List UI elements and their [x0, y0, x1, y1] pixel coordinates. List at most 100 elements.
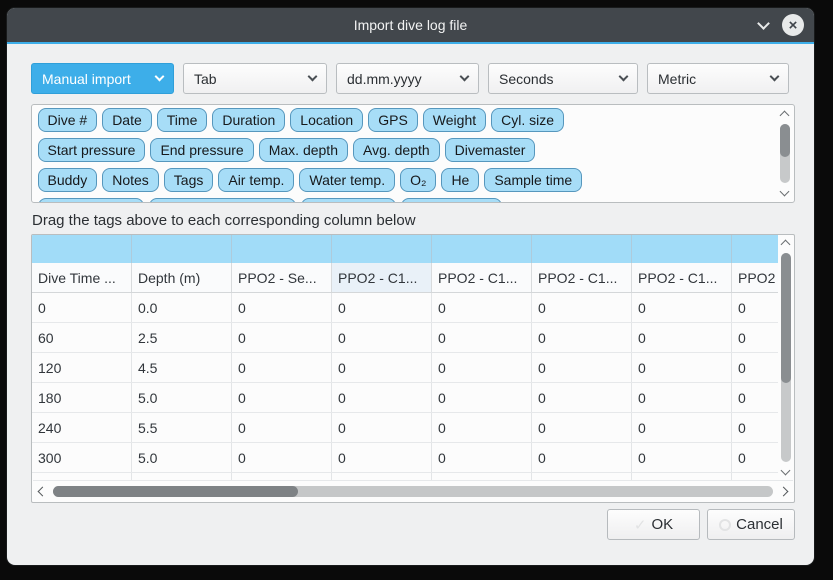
table-cell [432, 473, 532, 480]
chevron-down-icon[interactable] [757, 17, 770, 30]
tag[interactable]: Divemaster [445, 138, 536, 162]
tag[interactable]: O₂ [400, 168, 436, 192]
column-header[interactable]: PPO2 [732, 263, 778, 292]
cancel-button[interactable]: Cancel [707, 509, 795, 540]
table-cell: 0 [732, 323, 778, 352]
column-header[interactable]: Depth (m) [132, 263, 232, 292]
table-cell: 0 [632, 323, 732, 352]
table-cell: 0 [532, 383, 632, 412]
drop-zone-cell[interactable] [132, 235, 232, 263]
tag-scrollbar-track[interactable] [780, 124, 790, 183]
scroll-up-icon[interactable] [780, 111, 790, 121]
tag[interactable]: Max. depth [259, 138, 348, 162]
tag[interactable]: Notes [102, 168, 159, 192]
tag[interactable]: End pressure [150, 138, 253, 162]
tag[interactable]: He [441, 168, 479, 192]
cancel-circle-icon [719, 519, 731, 531]
table-vscrollbar-thumb[interactable] [781, 253, 791, 383]
tag[interactable]: Water temp. [299, 168, 395, 192]
tag[interactable]: Start pressure [38, 138, 146, 162]
column-header[interactable]: PPO2 - C1... [432, 263, 532, 292]
tag[interactable]: Dive # [38, 108, 98, 132]
column-header[interactable]: Dive Time ... [32, 263, 132, 292]
chevron-down-icon [155, 72, 165, 82]
tag[interactable]: GPS [368, 108, 418, 132]
tag[interactable]: Sample time [484, 168, 582, 192]
tag-row: BuddyNotesTagsAir temp.Water temp.O₂HeSa… [35, 167, 776, 193]
table-cell: 0 [232, 293, 332, 322]
tag-scrollbar[interactable] [778, 107, 792, 200]
scroll-up-icon[interactable] [781, 240, 791, 250]
column-header[interactable]: PPO2 - Se... [232, 263, 332, 292]
table-cell [532, 473, 632, 480]
tag[interactable]: Time [157, 108, 208, 132]
column-header[interactable]: PPO2 - C1... [332, 263, 432, 292]
table-cell: 120 [32, 353, 132, 382]
titlebar[interactable]: Import dive log file × [7, 8, 814, 42]
dropdown-tab[interactable]: Tab [183, 63, 327, 94]
scroll-down-icon[interactable] [781, 466, 791, 476]
drop-zone-cell[interactable] [232, 235, 332, 263]
dropdown-metric[interactable]: Metric [647, 63, 789, 94]
tag[interactable]: Sample temperature [149, 198, 296, 202]
chevron-down-icon [308, 72, 318, 82]
drop-zone-cell[interactable] [532, 235, 632, 263]
table-cell: 0 [432, 323, 532, 352]
table-row: 1204.5000000 [32, 353, 778, 383]
window-title: Import dive log file [354, 17, 468, 33]
table-cell: 0 [532, 293, 632, 322]
tag[interactable]: Weight [423, 108, 486, 132]
tag[interactable]: Sample pO₂ [301, 198, 396, 202]
drop-zone-cell[interactable] [32, 235, 132, 263]
tag[interactable]: Sample depth [38, 198, 144, 202]
table-row: 00.0000000 [32, 293, 778, 323]
dropdown-row: Manual import Tab dd.mm.yyyy Seconds Metric [31, 63, 795, 94]
drop-zone-cell[interactable] [732, 235, 778, 263]
ok-button-label: OK [651, 516, 673, 533]
table-cell: 0 [632, 413, 732, 442]
column-header[interactable]: PPO2 - C1... [532, 263, 632, 292]
tag[interactable]: Sample CNS [401, 198, 502, 202]
dropdown-seconds[interactable]: Seconds [488, 63, 638, 94]
tag-scrollbar-thumb[interactable] [780, 124, 790, 157]
tag[interactable]: Buddy [38, 168, 98, 192]
table-hscrollbar[interactable] [33, 480, 793, 501]
table-cell: 5.5 [132, 413, 232, 442]
close-button[interactable]: × [782, 14, 804, 36]
table-cell: 0 [332, 293, 432, 322]
drop-zone-cell[interactable] [432, 235, 532, 263]
table-vscrollbar[interactable] [779, 236, 793, 479]
scroll-right-icon[interactable] [779, 486, 789, 496]
dropdown-manual-import[interactable]: Manual import [31, 63, 174, 94]
scroll-left-icon[interactable] [38, 486, 48, 496]
tag[interactable]: Cyl. size [491, 108, 564, 132]
table-vscrollbar-track[interactable] [781, 253, 791, 462]
table-cell: 0 [732, 443, 778, 472]
dropdown-dd-mm-yyyy[interactable]: dd.mm.yyyy [336, 63, 479, 94]
table-cell: 0 [232, 413, 332, 442]
table-cell: 0 [632, 293, 732, 322]
ok-button[interactable]: ✓ OK [607, 509, 700, 540]
table-cell: 180 [32, 383, 132, 412]
tag[interactable]: Duration [212, 108, 285, 132]
tag[interactable]: Tags [164, 168, 214, 192]
chevron-down-icon [770, 72, 780, 82]
table-cell: 0 [532, 443, 632, 472]
drop-zone-cell[interactable] [632, 235, 732, 263]
tag[interactable]: Date [102, 108, 152, 132]
table-cell: 0 [632, 443, 732, 472]
table-hscrollbar-track[interactable] [53, 486, 773, 497]
drop-zone-cell[interactable] [332, 235, 432, 263]
table-cell: 0 [332, 323, 432, 352]
table-hscrollbar-thumb[interactable] [53, 486, 298, 497]
table-cell [132, 473, 232, 480]
tag[interactable]: Avg. depth [353, 138, 440, 162]
table-cell: 0 [432, 383, 532, 412]
dropdown-selected-value: Tab [194, 71, 217, 87]
table-row: 1805.0000000 [32, 383, 778, 413]
table-cell: 240 [32, 413, 132, 442]
tag[interactable]: Location [290, 108, 363, 132]
scroll-down-icon[interactable] [780, 187, 790, 197]
column-header[interactable]: PPO2 - C1... [632, 263, 732, 292]
tag[interactable]: Air temp. [218, 168, 294, 192]
